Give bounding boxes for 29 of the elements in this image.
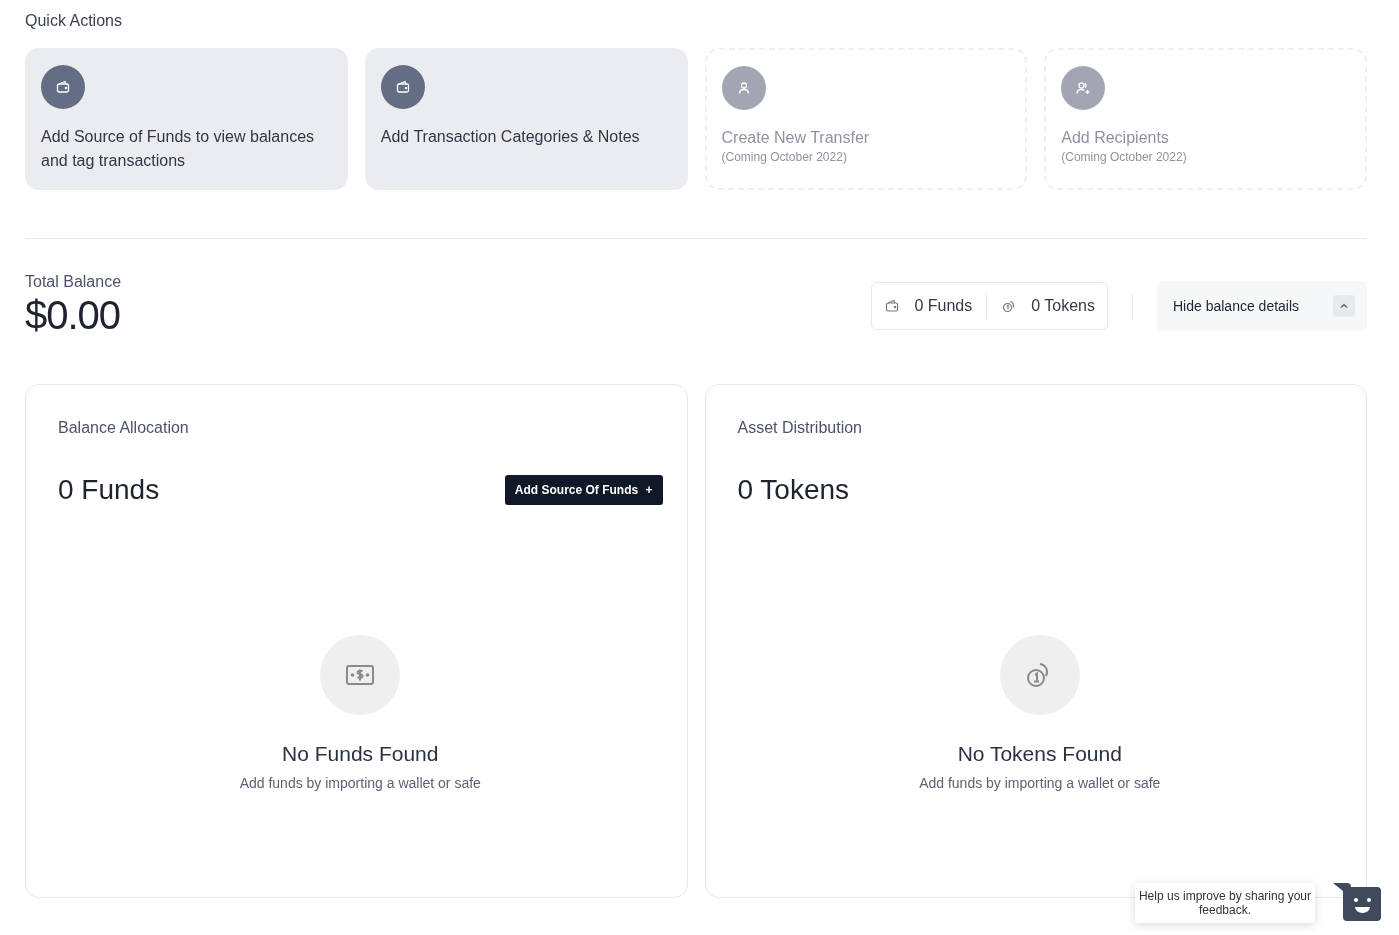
card-note: (Coming October 2022): [721, 150, 848, 164]
panel-count: 0 Funds: [58, 474, 160, 506]
wallet-icon: [884, 297, 901, 314]
quick-action-card[interactable]: Add Source of Funds to view balances and tag transactions: [25, 48, 348, 190]
user-icon: [721, 66, 766, 110]
panel-count: 0 Tokens: [737, 474, 850, 506]
card-title: Add Transaction Categories & Notes: [380, 127, 641, 147]
funds-count: 0 Funds: [914, 296, 973, 315]
add-source-button[interactable]: Add Source Of Funds +: [504, 475, 663, 505]
wallet-icon: [380, 65, 425, 109]
tokens-count: 0 Tokens: [1031, 296, 1095, 315]
card-note: (Coming October 2022): [1061, 150, 1188, 164]
balance-label: Total Balance: [25, 273, 122, 291]
wallet-icon: [41, 65, 85, 109]
quick-action-card[interactable]: Add Transaction Categories & Notes: [364, 48, 688, 190]
user-plus-icon: [1061, 66, 1106, 110]
empty-title: No Tokens Found: [957, 742, 1122, 766]
empty-text: Add funds by importing a wallet or safe: [919, 775, 1161, 791]
card-title: Add Recipients: [1061, 128, 1170, 148]
section-title: Quick Actions: [25, 11, 123, 31]
card-title: Create New Transfer: [721, 128, 871, 148]
empty-title: No Funds Found: [282, 742, 439, 766]
panel-title: Asset Distribution: [737, 419, 863, 437]
card-title: Add Source of Funds to view balances and tag transactions: [41, 127, 316, 171]
panel-title: Balance Allocation: [58, 419, 190, 437]
toggle-balance-button[interactable]: Hide balance details: [1157, 280, 1367, 331]
feedback-tooltip: Help us improve by sharing your feedback.: [1135, 883, 1315, 923]
balance-amount: $0.00: [25, 293, 122, 338]
empty-text: Add funds by importing a wallet or safe: [239, 775, 481, 791]
